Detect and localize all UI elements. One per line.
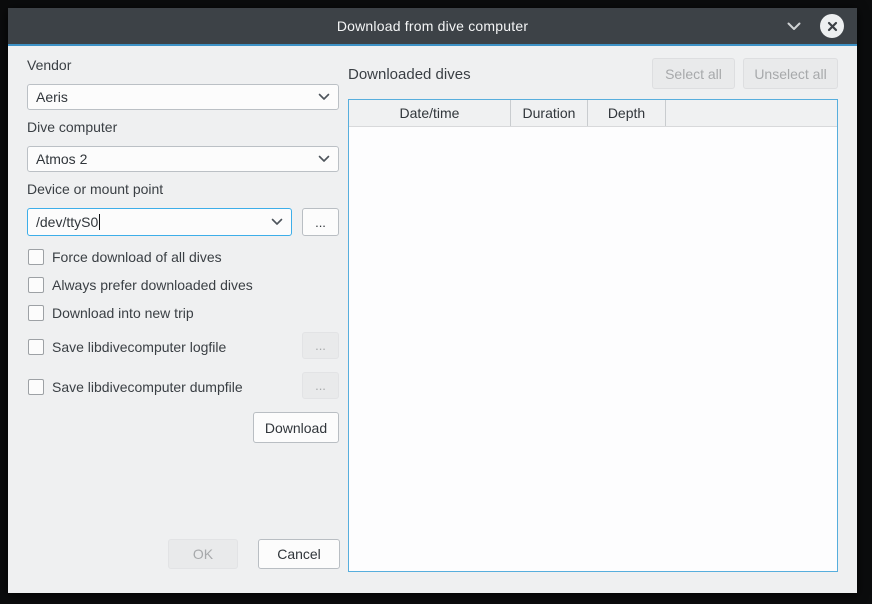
downloaded-dives-table[interactable]: Date/time Duration Depth xyxy=(348,99,838,572)
checkbox-row-logfile: Save libdivecomputer logfile xyxy=(28,338,226,356)
save-logfile-checkbox[interactable] xyxy=(28,339,44,355)
force-download-label: Force download of all dives xyxy=(52,249,222,265)
dive-computer-select[interactable]: Atmos 2 xyxy=(27,146,339,172)
chevron-down-icon xyxy=(318,93,330,101)
download-dialog-window: Download from dive computer Vendor Aeris… xyxy=(8,8,857,593)
checkbox-row-dumpfile: Save libdivecomputer dumpfile xyxy=(28,378,243,396)
checkbox-row-prefer-downloaded: Always prefer downloaded dives xyxy=(28,276,253,294)
vendor-value: Aeris xyxy=(36,89,318,105)
download-button[interactable]: Download xyxy=(253,412,339,443)
column-header-duration[interactable]: Duration xyxy=(511,100,588,126)
dumpfile-browse-button[interactable]: ... xyxy=(302,372,339,399)
unselect-all-button[interactable]: Unselect all xyxy=(743,58,838,89)
vendor-label: Vendor xyxy=(27,57,71,73)
chevron-down-icon xyxy=(318,155,330,163)
dive-computer-value: Atmos 2 xyxy=(36,151,318,167)
column-header-extra[interactable] xyxy=(666,100,837,126)
save-dumpfile-checkbox[interactable] xyxy=(28,379,44,395)
device-value: /dev/ttyS0 xyxy=(36,214,98,230)
chevron-down-icon xyxy=(271,218,283,226)
force-download-checkbox[interactable] xyxy=(28,249,44,265)
select-all-button[interactable]: Select all xyxy=(652,58,735,89)
window-title: Download from dive computer xyxy=(337,18,528,34)
column-header-depth[interactable]: Depth xyxy=(588,100,666,126)
titlebar-accent-line xyxy=(8,44,857,46)
text-caret xyxy=(99,214,100,230)
close-icon xyxy=(820,14,844,38)
new-trip-checkbox[interactable] xyxy=(28,305,44,321)
prefer-downloaded-label: Always prefer downloaded dives xyxy=(52,277,253,293)
cancel-button[interactable]: Cancel xyxy=(258,539,340,569)
titlebar[interactable]: Download from dive computer xyxy=(8,8,857,44)
device-input[interactable]: /dev/ttyS0 xyxy=(27,208,292,236)
vendor-select[interactable]: Aeris xyxy=(27,84,339,110)
logfile-browse-button[interactable]: ... xyxy=(302,332,339,359)
column-header-datetime[interactable]: Date/time xyxy=(349,100,511,126)
new-trip-label: Download into new trip xyxy=(52,305,194,321)
checkbox-row-force-download: Force download of all dives xyxy=(28,248,222,266)
prefer-downloaded-checkbox[interactable] xyxy=(28,277,44,293)
ok-button[interactable]: OK xyxy=(168,539,238,569)
shade-button[interactable] xyxy=(779,8,809,44)
close-button[interactable] xyxy=(815,8,849,44)
device-label: Device or mount point xyxy=(27,181,163,197)
device-browse-button[interactable]: ... xyxy=(302,208,339,236)
dive-computer-label: Dive computer xyxy=(27,119,117,135)
save-dumpfile-label: Save libdivecomputer dumpfile xyxy=(52,379,243,395)
chevron-down-icon xyxy=(787,22,801,31)
table-header-row: Date/time Duration Depth xyxy=(349,100,837,127)
downloaded-dives-heading: Downloaded dives xyxy=(348,66,471,83)
checkbox-row-new-trip: Download into new trip xyxy=(28,304,194,322)
save-logfile-label: Save libdivecomputer logfile xyxy=(52,339,226,355)
